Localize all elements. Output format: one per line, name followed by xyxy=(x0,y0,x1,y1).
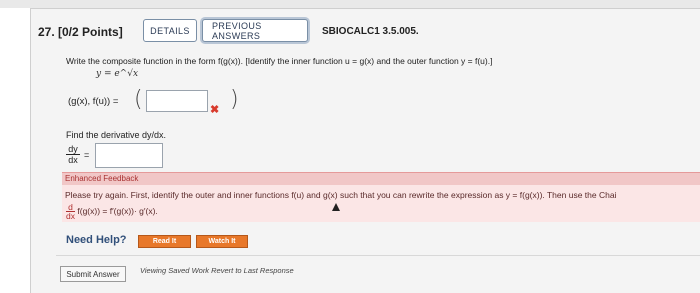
details-button[interactable]: DETAILS xyxy=(143,19,197,42)
course-code: SBIOCALC1 3.5.005. xyxy=(322,26,419,37)
submit-answer-button[interactable]: Submit Answer xyxy=(60,266,126,282)
viewing-saved-work-text: Viewing Saved Work Revert to Last Respon… xyxy=(140,266,294,275)
question-number: 27. [0/2 Points] xyxy=(38,25,123,39)
incorrect-icon: ✖ xyxy=(210,104,220,116)
previous-answers-button[interactable]: PREVIOUS ANSWERS xyxy=(202,19,308,42)
open-paren: ( xyxy=(134,87,143,112)
question-instruction: Write the composite function in the form… xyxy=(66,56,493,66)
d-dx-fraction: d dx xyxy=(66,203,75,220)
dx-denominator: dx xyxy=(68,155,78,165)
chain-rule-text: f(g(x)) = f′(g(x))· g′(x). xyxy=(77,205,158,216)
dy-numerator: dy xyxy=(68,144,78,154)
feedback-text: Please try again. First, identify the ou… xyxy=(65,190,617,200)
feedback-title: Enhanced Feedback xyxy=(62,173,700,185)
equals-sign: = xyxy=(84,150,90,160)
composite-answer-input[interactable] xyxy=(146,90,208,112)
dydx-fraction: dy dx xyxy=(66,144,80,165)
footer-divider xyxy=(56,255,700,256)
derivative-answer-input[interactable] xyxy=(95,143,163,168)
page-top-strip xyxy=(0,0,700,8)
find-derivative-text: Find the derivative dy/dx. xyxy=(66,130,167,140)
close-paren: ) xyxy=(230,87,239,112)
mouse-cursor-icon xyxy=(332,203,340,211)
need-help-label: Need Help? xyxy=(66,234,127,246)
left-gutter xyxy=(0,8,30,293)
watch-it-button[interactable]: Watch It xyxy=(196,235,248,248)
function-equation: y = e^√x xyxy=(96,69,139,79)
read-it-button[interactable]: Read It xyxy=(138,235,191,248)
enhanced-feedback-panel: Enhanced Feedback Please try again. Firs… xyxy=(62,172,700,222)
dx-denominator: dx xyxy=(66,211,75,221)
chain-rule-formula: d dx f(g(x)) = f′(g(x))· g′(x). xyxy=(66,203,158,220)
pair-label: (g(x), f(u)) = xyxy=(68,96,119,107)
